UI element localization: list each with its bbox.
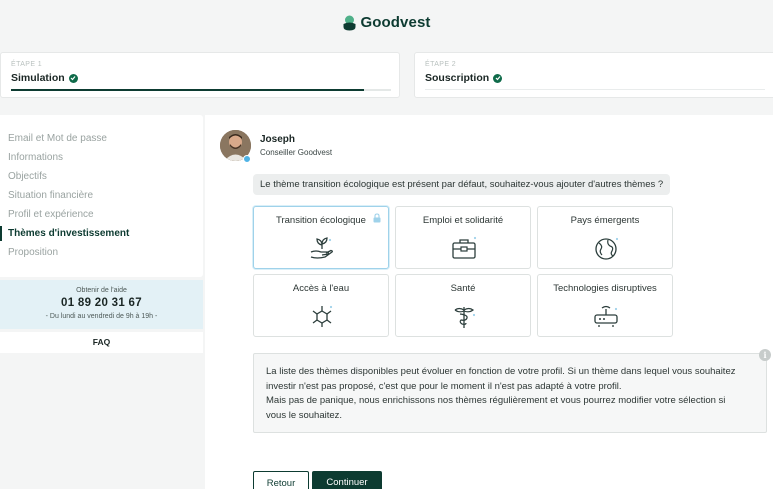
faq-link[interactable]: FAQ: [0, 332, 203, 353]
theme-card-pays[interactable]: Pays émergents: [537, 206, 673, 269]
help-hours: - Du lundi au vendredi de 9h à 19h -: [45, 313, 158, 320]
sidebar-item-situation[interactable]: Situation financière: [8, 190, 93, 201]
step-souscription[interactable]: ÉTAPE 2 Souscription: [414, 52, 773, 98]
progress-bar: [11, 89, 391, 91]
theme-card-eau[interactable]: Accès à l'eau: [253, 274, 389, 337]
info-line: vous le souhaitez.: [266, 409, 343, 421]
sidebar-item-proposition[interactable]: Proposition: [8, 247, 58, 258]
theme-card-technologies[interactable]: Technologies disruptives: [537, 274, 673, 337]
caduceus-icon: [454, 307, 476, 328]
theme-label: Accès à l'eau: [292, 283, 350, 294]
step-number: ÉTAPE 1: [11, 61, 43, 68]
lock-icon: [373, 213, 381, 223]
info-icon: i: [759, 349, 771, 361]
progress-bar: [425, 89, 765, 90]
router-icon: [594, 305, 618, 327]
online-indicator: [243, 155, 251, 163]
theme-label: Technologies disruptives: [553, 283, 657, 294]
step-title: Souscription: [425, 72, 490, 84]
sidebar-nav: Email et Mot de passe Informations Objec…: [0, 115, 203, 277]
check-icon: [68, 73, 78, 83]
plant-hand-icon: [310, 237, 333, 259]
help-box: Obtenir de l'aide 01 89 20 31 67 - Du lu…: [0, 280, 203, 329]
step-number: ÉTAPE 2: [425, 61, 457, 68]
check-icon: [493, 73, 503, 83]
theme-card-sante[interactable]: Santé: [395, 274, 531, 337]
water-molecule-icon: [312, 305, 333, 327]
advisor-question: Le thème transition écologique est prése…: [253, 174, 671, 195]
theme-card-transition[interactable]: Transition écologique: [253, 206, 389, 269]
sidebar-item-themes[interactable]: Thèmes d'investissement: [8, 228, 129, 239]
step-title: Simulation: [11, 72, 65, 84]
back-button[interactable]: Retour: [253, 471, 309, 489]
sidebar-item-email[interactable]: Email et Mot de passe: [8, 133, 107, 144]
advisor-role: Conseiller Goodvest: [260, 148, 333, 157]
advisor-name: Joseph: [260, 134, 296, 145]
info-line: investir n'est pas proposé, c'est que po…: [266, 380, 622, 392]
brand-logo: Goodvest: [0, 14, 773, 31]
globe-icon: [595, 237, 619, 260]
help-phone[interactable]: 01 89 20 31 67: [0, 297, 203, 309]
info-line: Mais pas de panique, nous enrichissons n…: [266, 395, 726, 406]
sidebar-item-informations[interactable]: Informations: [8, 152, 63, 163]
info-box: La liste des thèmes disponibles peut évo…: [253, 353, 767, 433]
theme-card-emploi[interactable]: Emploi et solidarité: [395, 206, 531, 269]
theme-label: Emploi et solidarité: [422, 215, 504, 226]
main-panel: Joseph Conseiller Goodvest Le thème tran…: [205, 115, 773, 489]
theme-label: Transition écologique: [276, 215, 366, 226]
step-simulation[interactable]: ÉTAPE 1 Simulation: [0, 52, 400, 98]
help-label: Obtenir de l'aide: [76, 287, 127, 294]
sidebar-item-objectifs[interactable]: Objectifs: [8, 171, 47, 182]
briefcase-icon: [452, 236, 477, 259]
theme-label: Pays émergents: [570, 215, 640, 226]
brand-name: Goodvest: [360, 14, 431, 31]
sidebar-item-profil[interactable]: Profil et expérience: [8, 209, 94, 220]
active-indicator: [0, 226, 2, 241]
theme-label: Santé: [450, 283, 476, 294]
goodvest-logo-icon: [343, 15, 355, 30]
info-line: La liste des thèmes disponibles peut évo…: [266, 366, 736, 377]
progress-fill: [11, 89, 365, 91]
continue-button[interactable]: Continuer: [312, 471, 382, 489]
